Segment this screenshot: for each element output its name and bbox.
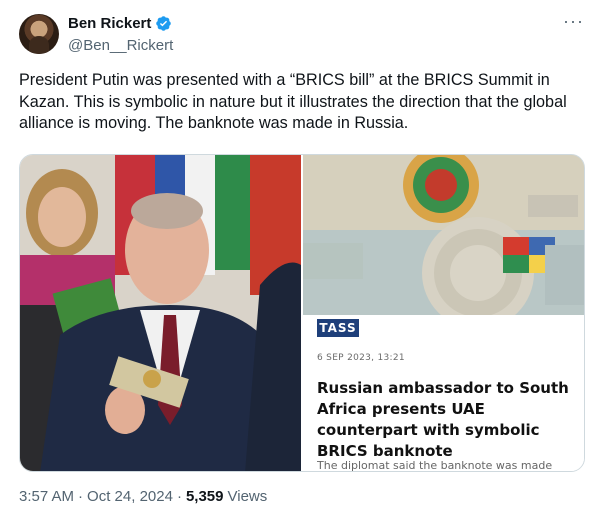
tass-article-date: 6 SEP 2023, 13:21: [317, 353, 405, 363]
avatar[interactable]: [19, 14, 59, 54]
tweet-date[interactable]: Oct 24, 2024: [87, 488, 173, 505]
more-options-icon[interactable]: ···: [563, 12, 584, 30]
verified-badge-icon: [156, 16, 172, 31]
meta-separator: ·: [176, 488, 182, 505]
media-grid[interactable]: TASS 6 SEP 2023, 13:21 Russian ambassado…: [19, 154, 585, 472]
tweet-text: President Putin was presented with a “BR…: [19, 71, 567, 132]
photo-putin-illustration: [20, 155, 301, 471]
author-display-name[interactable]: Ben Rickert: [68, 15, 151, 32]
views-label: Views: [227, 488, 268, 505]
meta-separator: ·: [78, 488, 84, 505]
tass-article-card[interactable]: TASS 6 SEP 2023, 13:21 Russian ambassado…: [303, 317, 584, 472]
views-count: 5,359: [185, 488, 224, 505]
author-handle[interactable]: @Ben__Rickert: [68, 37, 173, 54]
photo-putin-banknote[interactable]: [20, 155, 301, 471]
author-name-row: Ben Rickert: [68, 15, 172, 32]
tass-logo: TASS: [317, 319, 359, 337]
tass-article-headline: Russian ambassador to South Africa prese…: [317, 379, 569, 460]
tass-article-subtext: The diplomat said the banknote was made: [317, 459, 553, 472]
tweet-meta: 3:57 AM · Oct 24, 2024 · 5,359 Views: [19, 488, 267, 505]
tweet-time[interactable]: 3:57 AM: [19, 488, 74, 505]
photo-banknote-closeup[interactable]: [303, 155, 584, 315]
banknote-illustration: [303, 155, 584, 315]
tweet-card: Ben Rickert @Ben__Rickert ··· President …: [0, 0, 600, 518]
